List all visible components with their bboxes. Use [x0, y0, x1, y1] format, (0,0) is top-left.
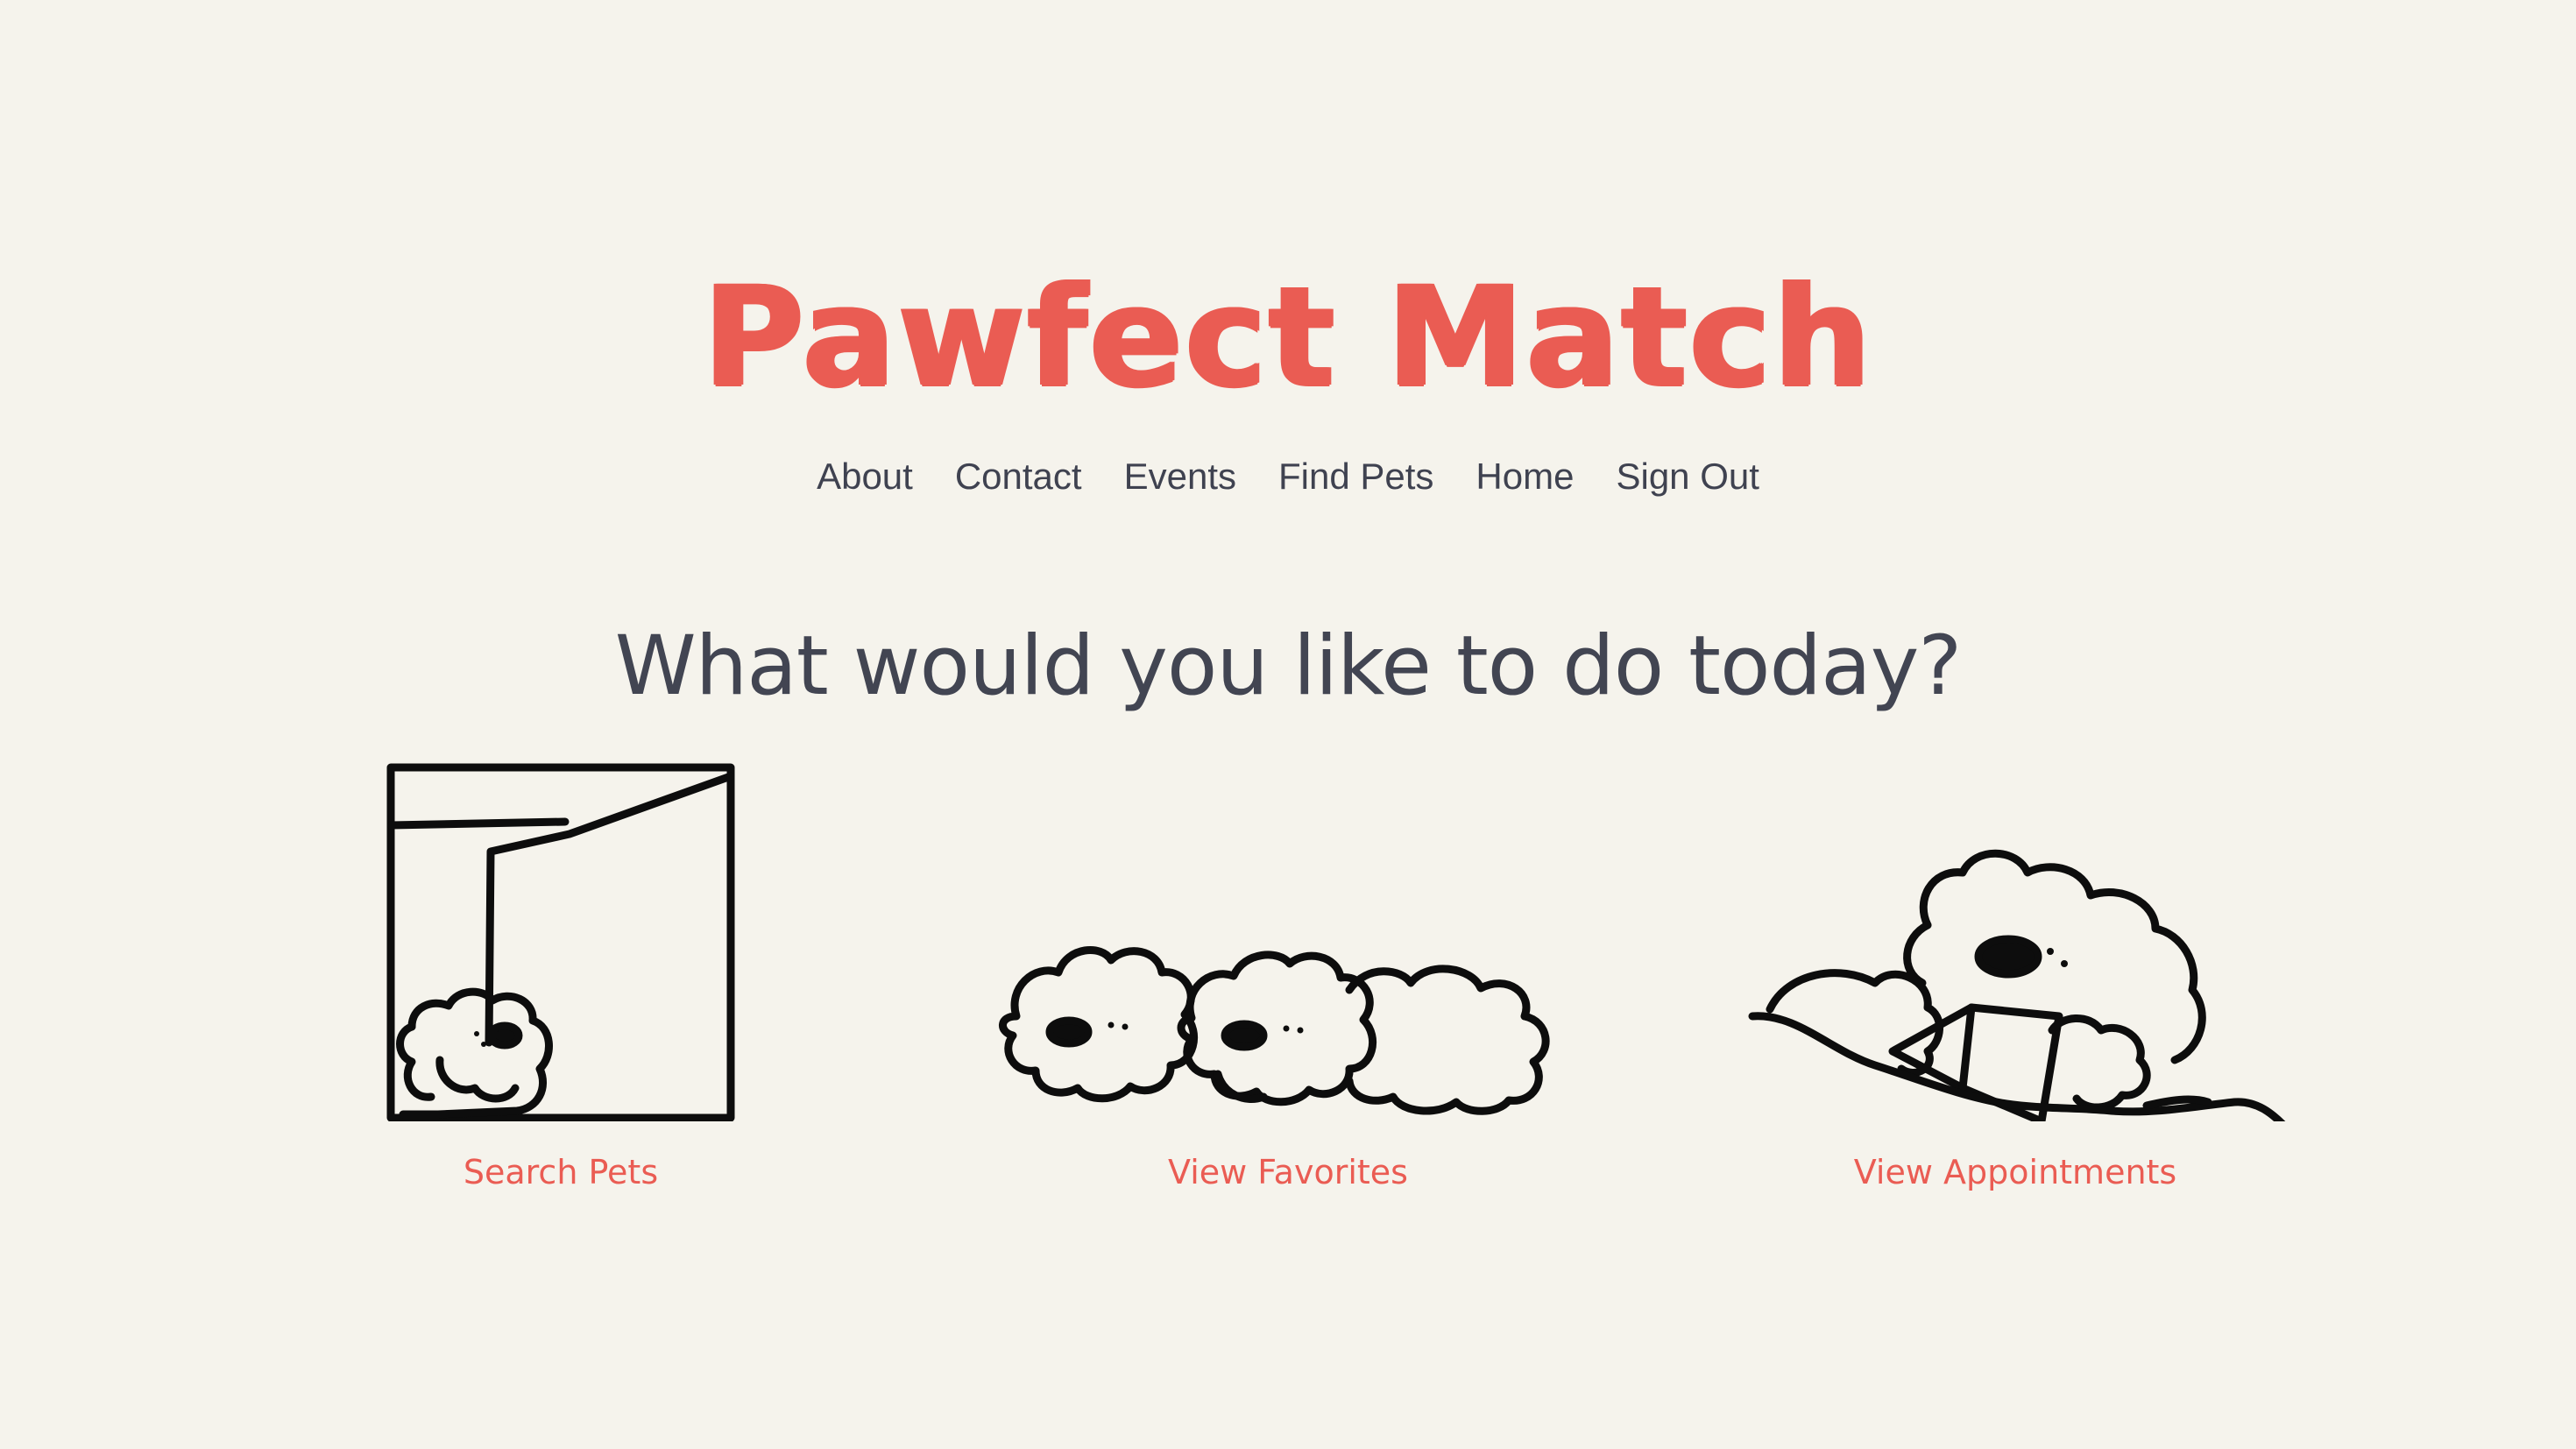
dog-peeking-window-icon [386, 763, 735, 1121]
search-pets-card[interactable]: Search Pets [377, 753, 745, 1191]
page-headline: What would you like to do today? [614, 618, 1963, 714]
view-appointments-label[interactable]: View Appointments [1744, 1153, 2287, 1191]
nav-find-pets[interactable]: Find Pets [1278, 456, 1433, 498]
view-appointments-card[interactable]: View Appointments [1744, 753, 2287, 1191]
nav-about[interactable]: About [817, 456, 913, 498]
two-dogs-lying-icon [999, 946, 1550, 1115]
nav-home[interactable]: Home [1476, 456, 1574, 498]
nav-events[interactable]: Events [1124, 456, 1236, 498]
nav-sign-out[interactable]: Sign Out [1616, 456, 1759, 498]
search-pets-label[interactable]: Search Pets [377, 1153, 745, 1191]
view-favorites-label[interactable]: View Favorites [955, 1153, 1621, 1191]
dog-reading-book-icon [1748, 849, 2286, 1121]
view-favorites-card[interactable]: View Favorites [955, 753, 1621, 1191]
nav-contact[interactable]: Contact [955, 456, 1082, 498]
main-nav: About Contact Events Find Pets Home Sign… [0, 456, 2576, 498]
app-title: Pawfect Match [703, 257, 1873, 418]
